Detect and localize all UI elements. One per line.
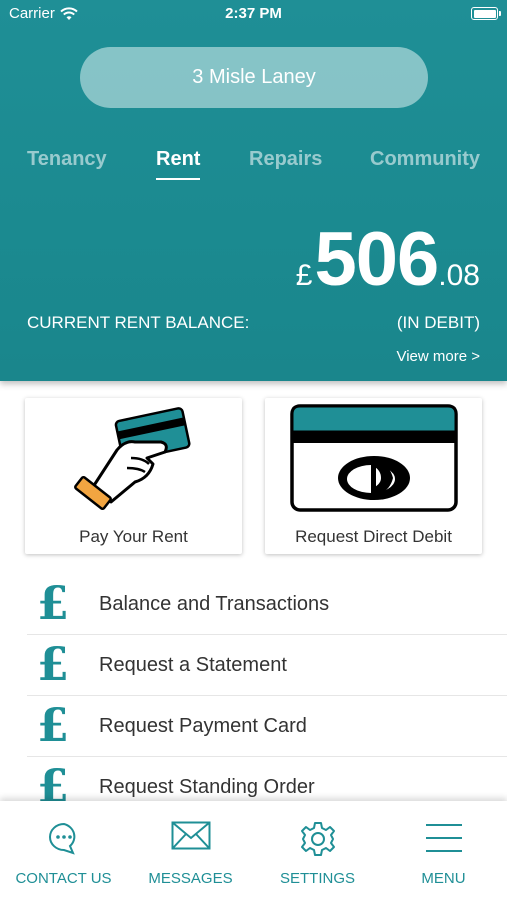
balance-label: CURRENT RENT BALANCE: <box>27 313 250 332</box>
direct-debit-label: Request Direct Debit <box>295 527 452 546</box>
balance-decimal: .08 <box>438 259 480 292</box>
tab-repairs[interactable]: Repairs <box>249 148 322 171</box>
list-item-label: Balance and Transactions <box>99 593 330 615</box>
balance-whole: 506 <box>314 217 439 302</box>
tab-tenancy[interactable]: Tenancy <box>27 148 107 171</box>
rent-balance-amount: £ 506 .08 <box>296 222 480 298</box>
balance-status: (IN DEBIT) <box>396 313 480 332</box>
property-selector[interactable]: 3 Misle Laney <box>80 47 428 108</box>
battery-icon <box>471 7 501 20</box>
pay-rent-card[interactable]: Pay Your Rent <box>25 398 242 554</box>
direct-debit-card[interactable]: Request Direct Debit <box>265 398 482 554</box>
nav-contact-us[interactable]: CONTACT US <box>0 801 127 900</box>
list-item-label: Request a Statement <box>99 654 287 676</box>
hand-card-icon <box>25 402 242 514</box>
hamburger-menu-icon <box>380 821 507 855</box>
gear-icon <box>254 821 381 857</box>
pound-icon: £ <box>37 637 70 691</box>
pound-icon: £ <box>37 576 70 630</box>
bottom-navigation: CONTACT US MESSAGES SETTINGS MENU <box>0 801 507 900</box>
list-item-request-statement[interactable]: £ Request a Statement <box>27 635 507 696</box>
pound-icon: £ <box>37 698 70 752</box>
nav-label: SETTINGS <box>279 870 355 887</box>
envelope-icon <box>127 821 254 851</box>
nav-label: MENU <box>421 870 466 887</box>
tab-community[interactable]: Community <box>370 148 480 171</box>
nav-label: MESSAGES <box>148 870 233 887</box>
property-address: 3 Misle Laney <box>192 66 316 88</box>
nav-settings[interactable]: SETTINGS <box>254 801 381 900</box>
tab-rent[interactable]: Rent <box>156 148 201 180</box>
balance-currency: £ <box>295 259 313 292</box>
pay-rent-label: Pay Your Rent <box>79 527 188 546</box>
list-item-label: Request Standing Order <box>99 776 315 798</box>
list-item-balance-transactions[interactable]: £ Balance and Transactions <box>27 574 507 635</box>
list-item-request-payment-card[interactable]: £ Request Payment Card <box>27 696 507 757</box>
active-tab-indicator <box>156 178 201 180</box>
status-time: 2:37 PM <box>225 5 282 22</box>
list-item-label: Request Payment Card <box>99 715 307 737</box>
nav-menu[interactable]: MENU <box>380 801 507 900</box>
tab-bar: Tenancy Rent Repairs Community <box>0 148 507 188</box>
header-panel: Carrier 2:37 PM 3 Misle Laney Tenancy Re… <box>0 0 507 381</box>
chat-bubble-icon <box>0 821 127 855</box>
nav-messages[interactable]: MESSAGES <box>127 801 254 900</box>
view-more-link[interactable]: View more > <box>396 348 480 365</box>
direct-debit-icon <box>265 402 482 514</box>
status-bar: Carrier 2:37 PM <box>0 0 507 28</box>
nav-label: CONTACT US <box>15 870 112 887</box>
rent-actions-list: £ Balance and Transactions £ Request a S… <box>27 574 507 818</box>
tab-rent-label: Rent <box>156 148 201 170</box>
